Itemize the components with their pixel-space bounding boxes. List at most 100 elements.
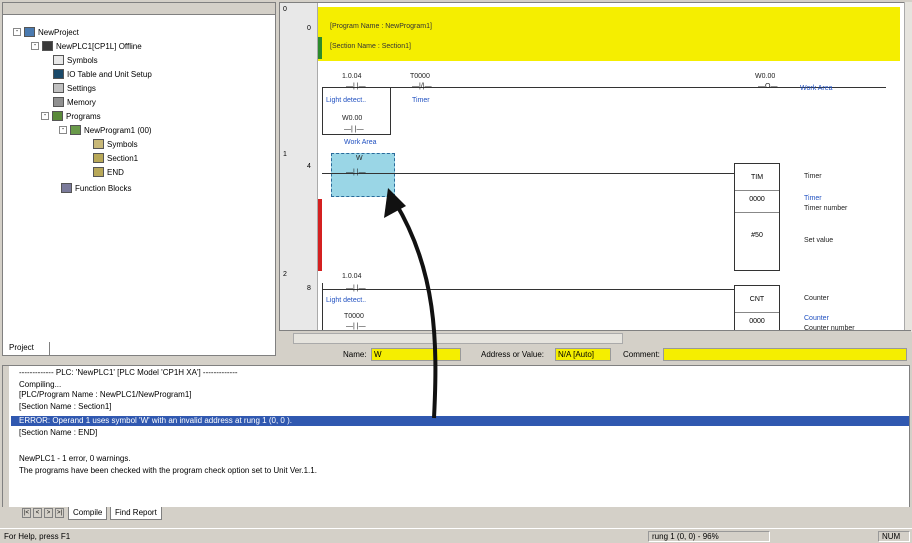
address-field[interactable]: N/A [Auto]	[555, 348, 611, 361]
output-line: [Section Name : END]	[19, 428, 98, 437]
output-gripper	[3, 366, 9, 514]
left-bus	[322, 283, 323, 333]
output-line: [PLC/Program Name : NewPLC1/NewProgram1]	[19, 390, 192, 399]
collapse-icon[interactable]: -	[59, 126, 67, 134]
rung-gutter: 0 0 1 4 2 8	[280, 3, 318, 333]
symbols-icon	[93, 139, 104, 149]
divider	[735, 312, 779, 313]
contact-symbol[interactable]: —| |—	[346, 323, 366, 330]
function-blocks-icon	[61, 183, 72, 193]
timer-number: 0000	[749, 196, 765, 203]
cnt-instruction-box[interactable]: CNT 0000	[734, 285, 780, 335]
scrollbar-track[interactable]	[293, 333, 623, 344]
contact-comment: Work Area	[344, 139, 377, 146]
io-table-icon	[53, 69, 64, 79]
contact-symbol[interactable]: —| |—	[346, 83, 366, 90]
contact-symbol[interactable]: —| |—	[346, 169, 366, 176]
contact-address: W0.00	[342, 115, 363, 122]
address-value: N/A [Auto]	[558, 350, 595, 359]
status-num: NUM	[878, 531, 910, 542]
tree-item-label: NewProject	[38, 27, 79, 37]
name-value: W	[374, 350, 382, 359]
set-value: #50	[751, 232, 763, 239]
collapse-icon[interactable]: -	[13, 28, 21, 36]
tree-item-label: END	[107, 167, 124, 177]
tree-item-label: Section1	[107, 153, 139, 163]
next-tab-icon[interactable]: >	[44, 508, 53, 518]
tree-item-programs[interactable]: - Programs	[41, 111, 101, 121]
address-label: Address or Value:	[481, 350, 544, 359]
contact-address: T0000	[344, 313, 364, 320]
program-name-header: [Program Name : NewProgram1]	[330, 23, 432, 30]
program-icon	[70, 125, 81, 135]
output-tabs: |< < > >| Compile Find Report	[2, 507, 910, 521]
operand-label: Set value	[804, 237, 834, 244]
tree-item-io-table[interactable]: IO Table and Unit Setup	[53, 69, 152, 79]
collapse-icon[interactable]: -	[41, 112, 49, 120]
settings-icon	[53, 83, 64, 93]
tree-item-section1[interactable]: Section1	[93, 153, 138, 163]
header-stripe	[318, 37, 322, 59]
coil-symbol[interactable]: —O—	[758, 83, 777, 90]
operand-label: Timer	[804, 173, 822, 180]
tree-item-settings[interactable]: Settings	[53, 83, 96, 93]
end-icon	[93, 167, 104, 177]
error-marker	[318, 199, 322, 271]
tab-project-label: Project	[9, 343, 34, 352]
tab-find-report[interactable]: Find Report	[110, 507, 162, 520]
rung-number: 2	[283, 271, 287, 278]
comment-field[interactable]	[663, 348, 907, 361]
contact-symbol[interactable]: —| |—	[344, 126, 364, 133]
step-number: 8	[307, 285, 311, 292]
tree-item-end[interactable]: END	[93, 167, 124, 177]
contact-address: W	[356, 155, 363, 162]
symbols-icon	[53, 55, 64, 65]
tree-item-label: NewPLC1[CP1L] Offline	[56, 41, 142, 51]
contact-symbol[interactable]: —| |—	[346, 285, 366, 292]
tree-item-label: IO Table and Unit Setup	[67, 69, 152, 79]
first-tab-icon[interactable]: |<	[22, 508, 31, 518]
output-line: [Section Name : Section1]	[19, 402, 112, 411]
vertical-scrollbar[interactable]	[904, 2, 912, 332]
counter-number: 0000	[749, 318, 765, 325]
tree-item-memory[interactable]: Memory	[53, 97, 96, 107]
tree-item-function-blocks[interactable]: Function Blocks	[61, 183, 131, 193]
tree-item-label: Symbols	[67, 55, 98, 65]
tree-item-project[interactable]: - NewProject	[13, 27, 79, 37]
tim-instruction-box[interactable]: TIM 0000 #50	[734, 163, 780, 271]
tab-project[interactable]: Project	[2, 342, 50, 356]
comment-label: Comment:	[623, 350, 660, 359]
status-help-text: For Help, press F1	[4, 532, 71, 541]
last-tab-icon[interactable]: >|	[55, 508, 64, 518]
tree-item-label: Settings	[67, 83, 96, 93]
tree-item-program-symbols[interactable]: Symbols	[93, 139, 138, 149]
tree-item-label: Memory	[67, 97, 96, 107]
ladder-editor[interactable]: 0 0 1 4 2 8 [Program Name : NewProgram1]…	[279, 2, 911, 346]
tree-item-plc[interactable]: - NewPLC1[CP1L] Offline	[31, 41, 142, 51]
collapse-icon[interactable]: -	[31, 42, 39, 50]
operand-label: Counter	[804, 315, 829, 322]
tab-compile[interactable]: Compile	[68, 507, 108, 520]
horizontal-scrollbar[interactable]	[279, 330, 911, 346]
contact-comment: Light detect..	[326, 297, 367, 304]
contact-nc-symbol[interactable]: —|/|—	[412, 83, 432, 90]
tree-item-label: Symbols	[107, 139, 138, 149]
project-tree-panel: - NewProject - NewPLC1[CP1L] Offline Sym…	[2, 2, 276, 356]
operand-label: Timer number	[804, 205, 848, 212]
error-line[interactable]: ERROR: Operand 1 uses symbol 'W' with an…	[19, 416, 292, 425]
step-number: 0	[307, 25, 311, 32]
memory-icon	[53, 97, 64, 107]
tree-item-label: NewProgram1 (00)	[84, 125, 152, 135]
left-bus	[322, 87, 323, 135]
instruction-name: CNT	[749, 296, 765, 303]
status-position: rung 1 (0, 0) - 96%	[648, 531, 770, 542]
name-field[interactable]: W	[371, 348, 461, 361]
coil-address: W0.00	[755, 73, 776, 80]
prev-tab-icon[interactable]: <	[33, 508, 42, 518]
tree-item-symbols[interactable]: Symbols	[53, 55, 98, 65]
rung-header-comment	[318, 7, 900, 61]
output-line: The programs have been checked with the …	[19, 466, 317, 475]
output-window: ------------- PLC: 'NewPLC1' [PLC Model …	[2, 365, 910, 515]
contact-comment: Timer	[412, 97, 430, 104]
tree-item-program[interactable]: - NewProgram1 (00)	[59, 125, 152, 135]
